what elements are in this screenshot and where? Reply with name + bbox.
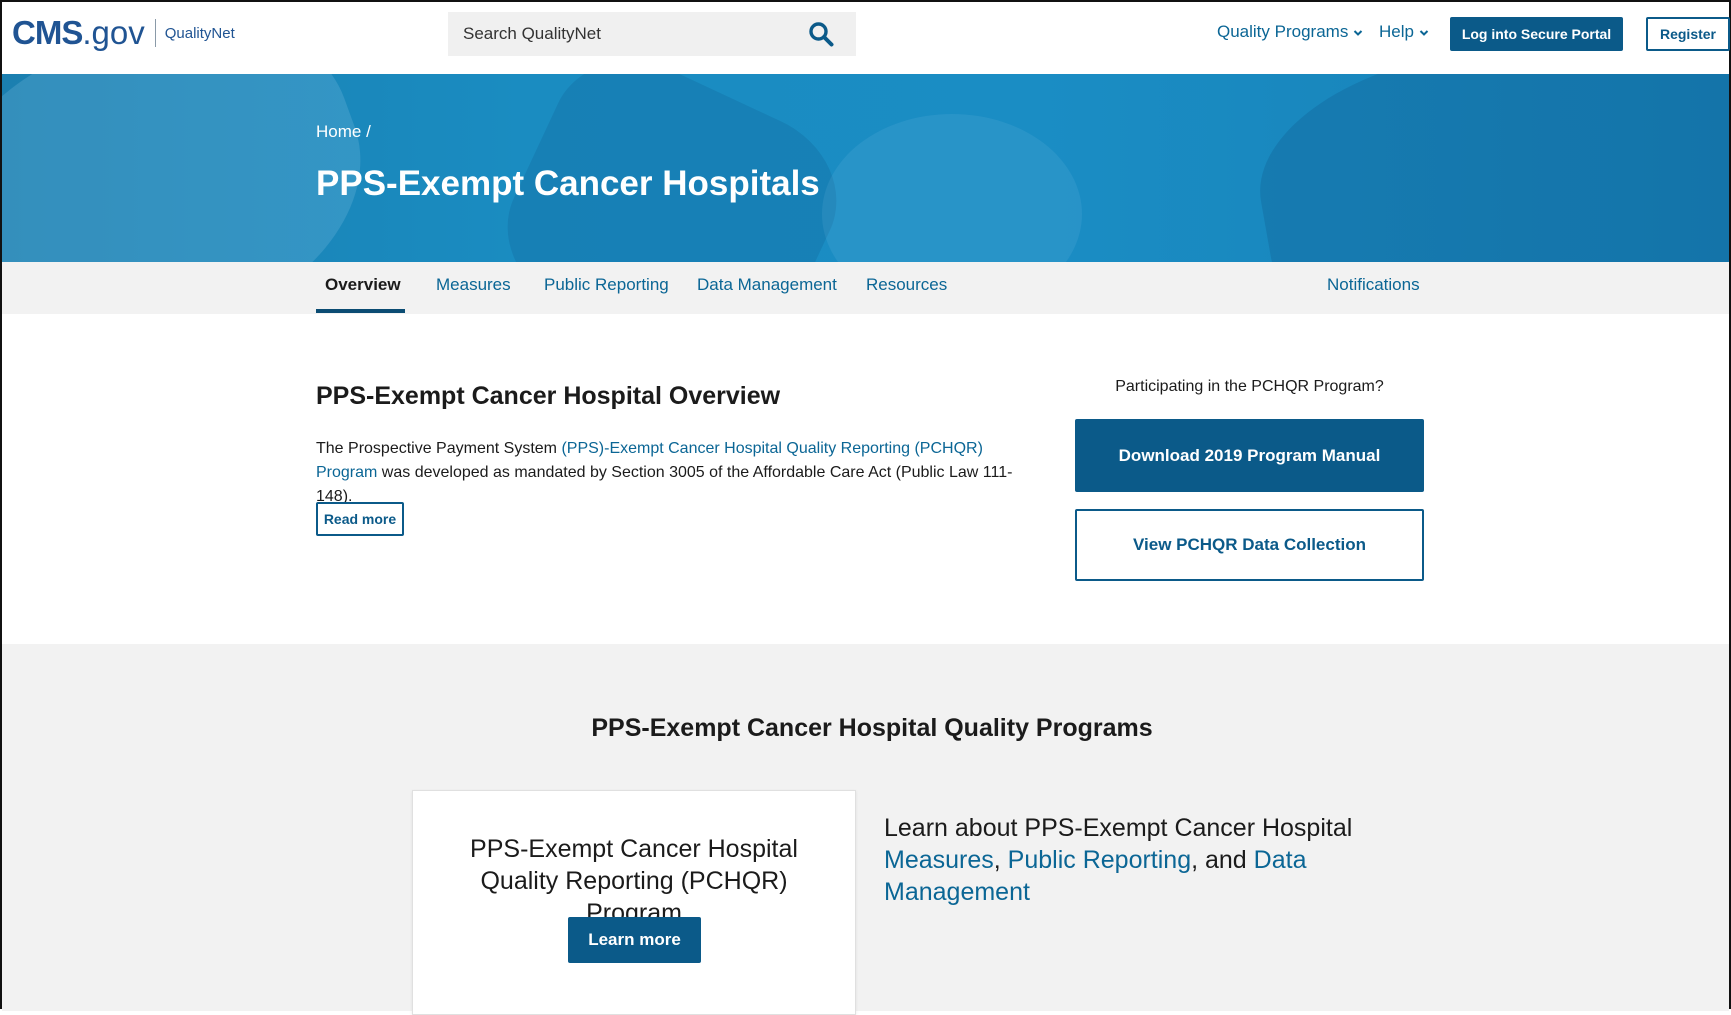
tab-resources[interactable]: Resources — [866, 275, 947, 295]
register-button[interactable]: Register — [1646, 17, 1730, 51]
search-input[interactable] — [461, 23, 791, 45]
tab-overview[interactable]: Overview — [325, 275, 401, 295]
tab-public-reporting[interactable]: Public Reporting — [544, 275, 669, 295]
nav-help-label: Help — [1379, 22, 1414, 41]
active-tab-indicator — [316, 309, 405, 313]
login-button[interactable]: Log into Secure Portal — [1450, 17, 1623, 51]
logo-gov-text: .gov — [82, 14, 145, 51]
site-header: CMS.gov QualityNet Quality Programs Help… — [2, 2, 1730, 74]
overview-text-end: was developed as mandated by Section 300… — [316, 464, 1013, 505]
search-bar — [448, 12, 856, 56]
overview-paragraph: The Prospective Payment System (PPS)-Exe… — [316, 437, 1046, 509]
chevron-down-icon — [1419, 30, 1429, 36]
hero-background-shape — [1241, 74, 1729, 262]
search-icon[interactable] — [808, 21, 834, 47]
logo-qualitynet-text: QualityNet — [164, 24, 235, 42]
hero-banner: Home / PPS-Exempt Cancer Hospitals — [2, 74, 1729, 262]
tab-data-management[interactable]: Data Management — [697, 275, 837, 295]
logo-cms-text: CMS — [12, 14, 83, 51]
learn-about-text: Learn about PPS-Exempt Cancer Hospital M… — [884, 812, 1354, 908]
logo-divider — [154, 19, 156, 47]
learn-about-separator: , and — [1191, 846, 1254, 874]
learn-more-button[interactable]: Learn more — [568, 917, 701, 963]
overview-text-start: The Prospective Payment System — [316, 440, 562, 457]
page-title: PPS-Exempt Cancer Hospitals — [316, 164, 820, 203]
overview-heading: PPS-Exempt Cancer Hospital Overview — [316, 382, 781, 410]
read-more-button[interactable]: Read more — [316, 502, 404, 536]
tab-measures[interactable]: Measures — [436, 275, 511, 295]
learn-about-prefix: Learn about PPS-Exempt Cancer Hospital — [884, 814, 1353, 842]
nav-quality-programs-label: Quality Programs — [1217, 22, 1349, 41]
program-card: PPS-Exempt Cancer Hospital Quality Repor… — [412, 790, 856, 1015]
chevron-down-icon — [1354, 30, 1363, 36]
download-manual-button[interactable]: Download 2019 Program Manual — [1075, 419, 1424, 492]
learn-about-separator: , — [993, 846, 1008, 874]
public-reporting-link[interactable]: Public Reporting — [1008, 846, 1191, 874]
programs-section: PPS-Exempt Cancer Hospital Quality Progr… — [2, 644, 1729, 1015]
view-data-collection-button[interactable]: View PCHQR Data Collection — [1075, 509, 1424, 581]
nav-quality-programs[interactable]: Quality Programs — [1217, 22, 1363, 42]
program-card-title: PPS-Exempt Cancer Hospital Quality Repor… — [470, 835, 798, 927]
nav-help[interactable]: Help — [1379, 22, 1429, 42]
breadcrumb[interactable]: Home / — [316, 122, 371, 142]
participating-prompt: Participating in the PCHQR Program? — [1115, 378, 1384, 395]
measures-link[interactable]: Measures — [884, 846, 994, 874]
tab-notifications[interactable]: Notifications — [1327, 275, 1420, 295]
cms-logo[interactable]: CMS .gov QualityNet — [12, 14, 235, 52]
hero-background-shape — [822, 114, 1082, 262]
programs-heading: PPS-Exempt Cancer Hospital Quality Progr… — [591, 714, 1153, 742]
section-tabs: Overview Measures Public Reporting Data … — [2, 262, 1729, 314]
